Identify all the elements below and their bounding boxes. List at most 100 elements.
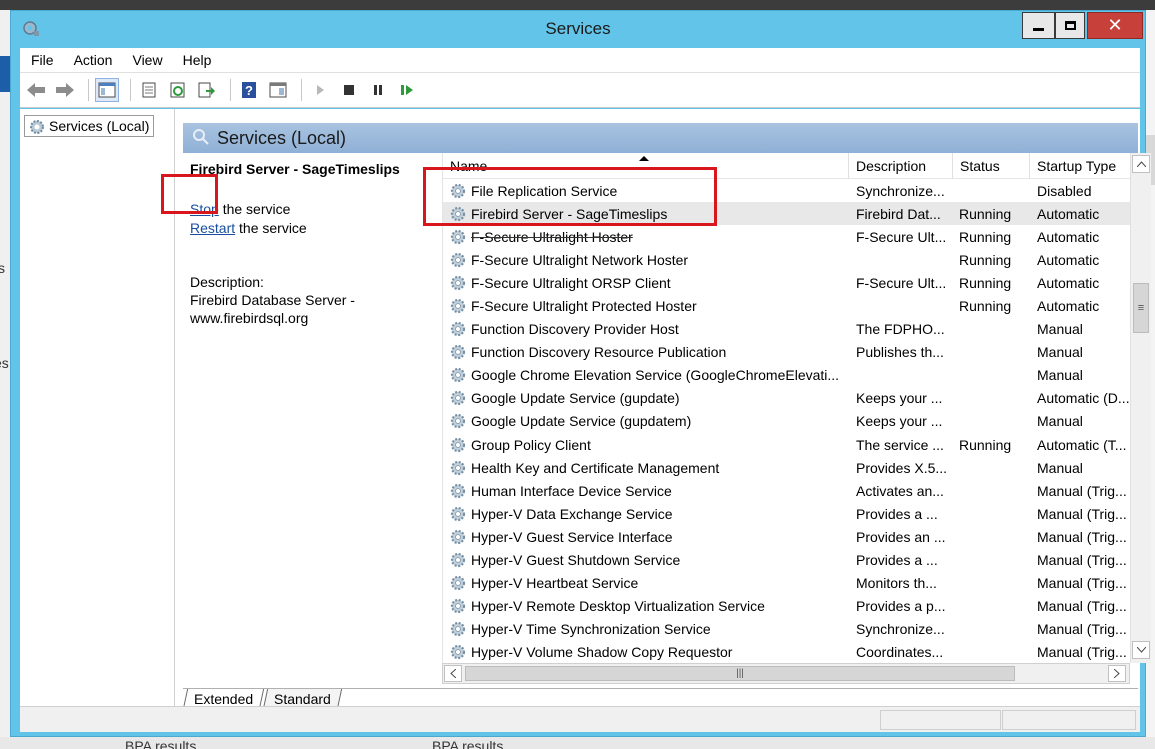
service-row[interactable]: Hyper-V Guest Shutdown Service Provides a… [443, 549, 1130, 572]
restart-service-link[interactable]: Restart [190, 220, 235, 236]
service-description: Description: Firebird Database Server - … [190, 273, 420, 327]
service-name-cell: Google Update Service (gupdate) [443, 389, 849, 407]
service-name: Function Discovery Provider Host [471, 321, 679, 338]
service-startup-cell: Automatic (D... [1037, 390, 1130, 407]
show-action-pane-icon [269, 82, 287, 98]
background-text-fragment: es [0, 355, 9, 371]
service-row[interactable]: Human Interface Device Service Activates … [443, 479, 1130, 502]
service-name: Hyper-V Guest Service Interface [471, 528, 673, 545]
vertical-scrollbar[interactable]: ≡ [1130, 153, 1151, 663]
forward-button[interactable] [53, 78, 77, 102]
sort-ascending-icon [639, 156, 649, 161]
service-name: Group Policy Client [471, 436, 591, 453]
service-row[interactable]: F-Secure Ultralight ORSP Client F-Secure … [443, 271, 1130, 294]
column-header-description[interactable]: Description [849, 153, 953, 179]
service-gear-icon [449, 343, 467, 361]
scroll-left-button[interactable] [444, 665, 462, 682]
column-header-startup-type[interactable]: Startup Type [1030, 153, 1130, 179]
service-name-cell: F-Secure Ultralight Network Hoster [443, 251, 849, 269]
title-bar[interactable]: Services ✕ [11, 11, 1145, 47]
tree-item-services-local[interactable]: Services (Local) [24, 115, 155, 137]
service-row[interactable]: Hyper-V Volume Shadow Copy Requestor Coor… [443, 641, 1130, 664]
service-row[interactable]: Google Chrome Elevation Service (GoogleC… [443, 364, 1130, 387]
service-gear-icon [449, 528, 467, 546]
scroll-up-button[interactable] [1132, 155, 1150, 173]
background-blue-bar [0, 56, 10, 92]
service-row[interactable]: Hyper-V Data Exchange Service Provides a … [443, 502, 1130, 525]
service-row[interactable]: Group Policy Client The service ... Runnin… [443, 433, 1130, 456]
service-name-cell: F-Secure Ultralight ORSP Client [443, 274, 849, 292]
description-label: Description: [190, 274, 264, 290]
service-row[interactable]: Health Key and Certificate Management Pro… [443, 456, 1130, 479]
service-name-cell: Group Policy Client [443, 436, 849, 454]
help-icon: ? [242, 82, 256, 98]
start-service-icon [317, 85, 324, 95]
service-name-cell: Hyper-V Data Exchange Service [443, 505, 849, 523]
service-description-cell: Provides a ... [856, 505, 938, 522]
properties-button[interactable] [137, 78, 161, 102]
service-name-cell: Hyper-V Heartbeat Service [443, 574, 849, 592]
pause-service-button[interactable] [366, 78, 390, 102]
menu-action[interactable]: Action [63, 52, 122, 68]
minimize-button[interactable] [1022, 12, 1055, 39]
service-description-cell: Provides a ... [856, 552, 938, 569]
service-name: Hyper-V Heartbeat Service [471, 575, 639, 592]
service-name-cell: Google Update Service (gupdatem) [443, 412, 849, 430]
show-action-pane-button[interactable] [266, 78, 290, 102]
service-startup-cell: Manual (Trig... [1037, 621, 1127, 638]
service-startup-cell: Manual (Trig... [1037, 644, 1127, 661]
vertical-scroll-thumb[interactable]: ≡ [1133, 283, 1149, 333]
status-bar [20, 706, 1140, 732]
service-name: Health Key and Certificate Management [471, 459, 720, 476]
service-description-cell: Provides a p... [856, 598, 946, 615]
service-startup-cell: Manual (Trig... [1037, 552, 1127, 569]
pane-header: Services (Local) [183, 123, 1138, 153]
restart-service-button[interactable] [395, 78, 419, 102]
service-startup-cell: Manual [1037, 413, 1083, 430]
service-gear-icon [449, 643, 467, 661]
service-status-cell: Running [959, 205, 1012, 222]
close-icon: ✕ [1107, 15, 1123, 35]
service-row[interactable]: Hyper-V Remote Desktop Virtualization Se… [443, 595, 1130, 618]
service-name-cell: Function Discovery Provider Host [443, 320, 849, 338]
background-bpa-results: BPA results [432, 738, 504, 749]
service-name: Google Update Service (gupdate) [471, 390, 680, 407]
start-service-button[interactable] [308, 78, 332, 102]
export-list-icon [198, 82, 215, 98]
service-row[interactable]: Hyper-V Guest Service Interface Provides … [443, 525, 1130, 548]
service-row[interactable]: F-Secure Ultralight Network Hoster Runnin… [443, 248, 1130, 271]
service-row[interactable]: Function Discovery Provider Host The FDPH… [443, 318, 1130, 341]
column-header-status[interactable]: Status [953, 153, 1030, 179]
scroll-down-button[interactable] [1132, 641, 1150, 659]
close-button[interactable]: ✕ [1087, 12, 1143, 39]
export-list-button[interactable] [195, 78, 219, 102]
service-row[interactable]: F-Secure Ultralight Hoster F-Secure Ult..… [443, 225, 1130, 248]
service-row[interactable]: Hyper-V Heartbeat Service Monitors th... M… [443, 572, 1130, 595]
service-row[interactable]: F-Secure Ultralight Protected Hoster Runn… [443, 294, 1130, 317]
service-startup-cell: Automatic [1037, 228, 1100, 245]
service-description-cell: Keeps your ... [856, 413, 943, 430]
help-button[interactable]: ? [237, 78, 261, 102]
stop-service-icon [344, 85, 354, 95]
back-button[interactable] [24, 78, 48, 102]
service-row[interactable]: Hyper-V Time Synchronization Service Sync… [443, 618, 1130, 641]
refresh-button[interactable] [166, 78, 190, 102]
menu-help[interactable]: Help [172, 52, 221, 68]
menu-view[interactable]: View [121, 52, 171, 68]
maximize-button[interactable] [1055, 12, 1085, 39]
stop-service-button[interactable] [337, 78, 361, 102]
service-row[interactable]: Function Discovery Resource Publication P… [443, 341, 1130, 364]
horizontal-scrollbar[interactable]: ||| [442, 663, 1130, 684]
menu-file[interactable]: File [20, 52, 63, 68]
status-segment [880, 710, 1001, 730]
service-gear-icon [449, 459, 467, 477]
service-startup-cell: Manual (Trig... [1037, 528, 1127, 545]
service-rows: File Replication Service Synchronize... Di… [443, 179, 1130, 664]
console-tree-button[interactable] [95, 78, 119, 102]
service-row[interactable]: Google Update Service (gupdatem) Keeps yo… [443, 410, 1130, 433]
service-description-cell: Monitors th... [856, 575, 937, 592]
service-description-cell: Synchronize... [856, 182, 945, 199]
service-row[interactable]: Google Update Service (gupdate) Keeps you… [443, 387, 1130, 410]
horizontal-scroll-thumb[interactable]: ||| [465, 666, 1015, 681]
scroll-right-button[interactable] [1108, 665, 1126, 682]
